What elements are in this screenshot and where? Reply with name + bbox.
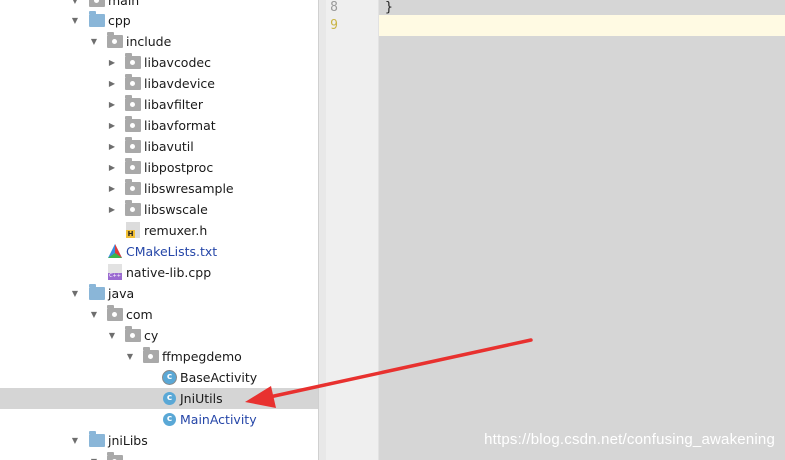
tree-item-label: cpp xyxy=(108,13,131,28)
tree-item-label: libswscale xyxy=(144,202,208,217)
current-line-highlight xyxy=(379,15,785,36)
tree-item-label: com xyxy=(126,307,153,322)
folder-icon xyxy=(89,431,105,447)
tree-item-jnilibs[interactable]: ▼ jniLibs xyxy=(0,430,318,451)
package-folder-icon xyxy=(125,179,141,195)
project-tree-panel: ▼ main ▼ cpp ▼ include ▶ libavcodec ▶ li… xyxy=(0,0,318,460)
tree-item-include[interactable]: ▼ include xyxy=(0,31,318,52)
folder-icon xyxy=(89,284,105,300)
package-folder-icon xyxy=(125,53,141,69)
header-file-icon xyxy=(126,222,140,238)
chevron-down-icon[interactable]: ▼ xyxy=(89,451,99,460)
tree-item-label: libavcodec xyxy=(144,55,211,70)
chevron-right-icon[interactable]: ▶ xyxy=(107,199,117,220)
tree-item-label: JniUtils xyxy=(180,391,223,406)
tree-item-label: MainActivity xyxy=(180,412,257,427)
tree-item-label: remuxer.h xyxy=(144,223,208,238)
tree-item-label: libavformat xyxy=(144,118,216,133)
chevron-right-icon[interactable]: ▶ xyxy=(107,73,117,94)
tree-item-label: libpostproc xyxy=(144,160,214,175)
package-folder-icon xyxy=(125,95,141,111)
tree-item-com[interactable]: ▼ com xyxy=(0,304,318,325)
cmake-file-icon xyxy=(108,244,122,258)
chevron-down-icon[interactable]: ▼ xyxy=(107,325,117,346)
folder-icon xyxy=(89,0,105,7)
tree-item-label: native-lib.cpp xyxy=(126,265,212,280)
package-folder-icon xyxy=(125,74,141,90)
class-icon: c xyxy=(163,371,176,384)
chevron-down-icon[interactable]: ▼ xyxy=(70,283,80,304)
tree-item-libavcodec[interactable]: ▶ libavcodec xyxy=(0,52,318,73)
watermark-text: https://blog.csdn.net/confusing_awakenin… xyxy=(484,431,775,448)
cpp-file-icon xyxy=(108,264,122,280)
tree-item-baseactivity[interactable]: c BaseActivity xyxy=(0,367,318,388)
folder-icon xyxy=(89,11,105,27)
tree-item-libswresample[interactable]: ▶ libswresample xyxy=(0,178,318,199)
line-number-gutter: 8 9 xyxy=(326,0,379,460)
tree-item-label: libavfilter xyxy=(144,97,204,112)
tree-item-label: BaseActivity xyxy=(180,370,258,385)
package-folder-icon xyxy=(125,137,141,153)
tree-item-label: libavdevice xyxy=(144,76,215,91)
tree-item-cy[interactable]: ▼ cy xyxy=(0,325,318,346)
tree-item-partial[interactable]: ▼ xyxy=(0,451,318,460)
line-number: 8 xyxy=(330,0,338,15)
tree-item-jniutils[interactable]: c JniUtils xyxy=(0,388,318,409)
folder-icon xyxy=(107,32,123,48)
chevron-right-icon[interactable]: ▶ xyxy=(107,157,117,178)
package-folder-icon xyxy=(125,200,141,216)
tree-item-cpp[interactable]: ▼ cpp xyxy=(0,10,318,31)
tree-item-ffmpegdemo[interactable]: ▼ ffmpegdemo xyxy=(0,346,318,367)
code-area[interactable]: } xyxy=(379,0,785,460)
tree-item-label: jniLibs xyxy=(108,433,148,448)
package-folder-icon xyxy=(143,347,159,363)
tree-item-libavdevice[interactable]: ▶ libavdevice xyxy=(0,73,318,94)
chevron-right-icon[interactable]: ▶ xyxy=(107,136,117,157)
tree-item-remuxer-h[interactable]: remuxer.h xyxy=(0,220,318,241)
tree-item-label: java xyxy=(108,286,135,301)
class-icon: c xyxy=(163,392,176,405)
chevron-down-icon[interactable]: ▼ xyxy=(89,31,99,52)
tree-item-mainactivity[interactable]: c MainActivity xyxy=(0,409,318,430)
chevron-right-icon[interactable]: ▶ xyxy=(107,115,117,136)
tree-item-cmakelists[interactable]: CMakeLists.txt xyxy=(0,241,318,262)
package-folder-icon xyxy=(107,452,123,460)
chevron-down-icon[interactable]: ▼ xyxy=(70,10,80,31)
code-line: } xyxy=(385,0,393,15)
tree-item-label: cy xyxy=(144,328,159,343)
tree-item-label: ffmpegdemo xyxy=(162,349,242,364)
chevron-right-icon[interactable]: ▶ xyxy=(107,94,117,115)
tree-item-libavfilter[interactable]: ▶ libavfilter xyxy=(0,94,318,115)
chevron-down-icon[interactable]: ▼ xyxy=(89,304,99,325)
chevron-right-icon[interactable]: ▶ xyxy=(107,52,117,73)
tree-item-native-lib-cpp[interactable]: native-lib.cpp xyxy=(0,262,318,283)
package-folder-icon xyxy=(125,116,141,132)
chevron-down-icon[interactable]: ▼ xyxy=(70,430,80,451)
tree-item-label: CMakeLists.txt xyxy=(126,244,218,259)
line-number-current: 9 xyxy=(330,18,338,33)
tree-item-libswscale[interactable]: ▶ libswscale xyxy=(0,199,318,220)
tree-item-label: libavutil xyxy=(144,139,194,154)
tree-item-label: libswresample xyxy=(144,181,234,196)
tree-item-libpostproc[interactable]: ▶ libpostproc xyxy=(0,157,318,178)
chevron-down-icon[interactable]: ▼ xyxy=(125,346,135,367)
tree-item-libavutil[interactable]: ▶ libavutil xyxy=(0,136,318,157)
package-folder-icon xyxy=(107,305,123,321)
tree-item-java[interactable]: ▼ java xyxy=(0,283,318,304)
code-editor[interactable]: 8 9 } xyxy=(326,0,785,460)
chevron-right-icon[interactable]: ▶ xyxy=(107,178,117,199)
class-icon: c xyxy=(163,413,176,426)
package-folder-icon xyxy=(125,326,141,342)
tree-item-label: include xyxy=(126,34,172,49)
package-folder-icon xyxy=(125,158,141,174)
tree-item-libavformat[interactable]: ▶ libavformat xyxy=(0,115,318,136)
